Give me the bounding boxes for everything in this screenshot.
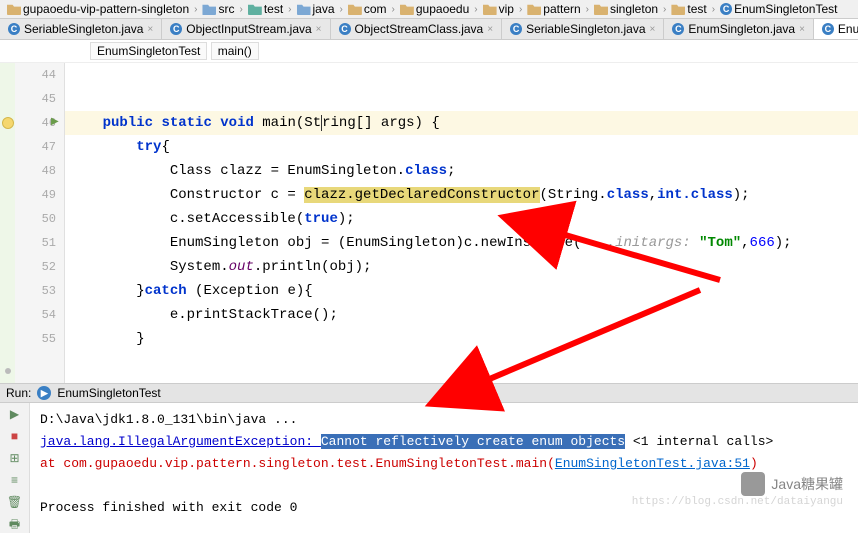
line-number: 52 xyxy=(15,255,56,279)
class-icon: C xyxy=(339,23,351,35)
context-bar: EnumSingletonTest main() xyxy=(0,40,858,63)
folder-icon xyxy=(671,3,685,15)
filter-icon[interactable]: ≡ xyxy=(7,473,23,489)
crumb-0[interactable]: gupaoedu-vip-pattern-singleton xyxy=(4,2,192,16)
class-icon: C xyxy=(510,23,522,35)
run-config-name[interactable]: EnumSingletonTest xyxy=(57,386,160,400)
crumb-2[interactable]: test xyxy=(245,2,286,16)
tab-4[interactable]: CEnumSingleton.java× xyxy=(664,19,814,39)
folder-icon xyxy=(202,3,216,15)
context-class[interactable]: EnumSingletonTest xyxy=(90,42,207,60)
stacktrace-link[interactable]: EnumSingletonTest.java:51 xyxy=(555,456,750,471)
folder-icon xyxy=(594,3,608,15)
watermark: Java糖果罐 xyxy=(741,472,843,496)
tab-0[interactable]: CSeriableSingleton.java× xyxy=(0,19,162,39)
line-number: 45 xyxy=(15,87,56,111)
line-number: 51 xyxy=(15,231,56,255)
line-number: 48 xyxy=(15,159,56,183)
trash-icon[interactable]: 🗑 xyxy=(7,495,23,511)
wechat-logo-icon xyxy=(741,472,765,496)
selected-text: Cannot reflectively create enum objects xyxy=(321,434,625,449)
crumb-4[interactable]: com xyxy=(345,2,390,16)
folder-icon xyxy=(248,3,262,15)
folder-icon xyxy=(297,3,311,15)
print-icon[interactable]: 🖶 xyxy=(7,517,23,533)
console-toolbar: ▶ ■ ⊞ ≡ 🗑 🖶 xyxy=(0,403,30,533)
line-number: 44 xyxy=(15,63,56,87)
class-icon: C xyxy=(672,23,684,35)
folder-icon xyxy=(527,3,541,15)
tab-2[interactable]: CObjectStreamClass.java× xyxy=(331,19,503,39)
left-margin xyxy=(0,63,15,383)
crumb-6[interactable]: vip xyxy=(480,2,517,16)
layout-icon[interactable]: ⊞ xyxy=(7,451,23,467)
line-number: 55 xyxy=(15,327,56,351)
class-icon: C xyxy=(720,3,732,15)
line-number: 54 xyxy=(15,303,56,327)
warning-icon xyxy=(2,117,14,129)
crumb-8[interactable]: singleton xyxy=(591,2,661,16)
close-icon[interactable]: × xyxy=(487,24,493,35)
context-method[interactable]: main() xyxy=(211,42,259,60)
close-icon[interactable]: × xyxy=(316,24,322,35)
crumb-3[interactable]: java xyxy=(294,2,338,16)
crumb-10[interactable]: CEnumSingletonTest xyxy=(717,2,840,16)
line-gutter: 44 45 46▶ 47 48 49 50 51 52 53 54 55 xyxy=(15,63,65,383)
run-title: Run: xyxy=(6,386,31,400)
crumb-5[interactable]: gupaoedu xyxy=(397,2,472,16)
code-area[interactable]: public static void main(String[] args) {… xyxy=(65,63,858,383)
folder-icon xyxy=(7,3,21,15)
class-icon: C xyxy=(170,23,182,35)
watermark-url: https://blog.csdn.net/dataiyangu xyxy=(632,496,843,508)
crumb-9[interactable]: test xyxy=(668,2,709,16)
run-config-icon: ▶ xyxy=(37,386,51,400)
tab-5[interactable]: CEnumSingletonTest.java× xyxy=(814,19,858,39)
close-icon[interactable]: × xyxy=(799,24,805,35)
line-number: 47 xyxy=(15,135,56,159)
line-number: 49 xyxy=(15,183,56,207)
console-line: D:\Java\jdk1.8.0_131\bin\java ... xyxy=(40,409,848,431)
rerun-icon[interactable]: ▶ xyxy=(7,407,23,423)
line-number: 50 xyxy=(15,207,56,231)
line-number: 53 xyxy=(15,279,56,303)
console-line: java.lang.IllegalArgumentException: Cann… xyxy=(40,431,848,453)
stop-icon[interactable]: ■ xyxy=(7,429,23,445)
close-icon[interactable]: × xyxy=(147,24,153,35)
breakpoint-slot[interactable] xyxy=(5,368,11,374)
folder-icon xyxy=(348,3,362,15)
close-icon[interactable]: × xyxy=(650,24,656,35)
line-number: 46▶ xyxy=(15,111,56,135)
folder-icon xyxy=(400,3,414,15)
code-editor[interactable]: 44 45 46▶ 47 48 49 50 51 52 53 54 55 pub… xyxy=(0,63,858,383)
editor-tabs: CSeriableSingleton.java× CObjectInputStr… xyxy=(0,19,858,40)
class-icon: C xyxy=(822,23,834,35)
tab-3[interactable]: CSeriableSingleton.java× xyxy=(502,19,664,39)
crumb-1[interactable]: src xyxy=(199,2,237,16)
run-header: Run: ▶ EnumSingletonTest xyxy=(0,384,858,403)
folder-icon xyxy=(483,3,497,15)
tab-1[interactable]: CObjectInputStream.java× xyxy=(162,19,330,39)
breadcrumb-bar: gupaoedu-vip-pattern-singleton› src› tes… xyxy=(0,0,858,19)
crumb-7[interactable]: pattern xyxy=(524,2,583,16)
run-gutter-icon[interactable]: ▶ xyxy=(51,111,59,135)
console-line: at com.gupaoedu.vip.pattern.singleton.te… xyxy=(40,453,848,475)
class-icon: C xyxy=(8,23,20,35)
